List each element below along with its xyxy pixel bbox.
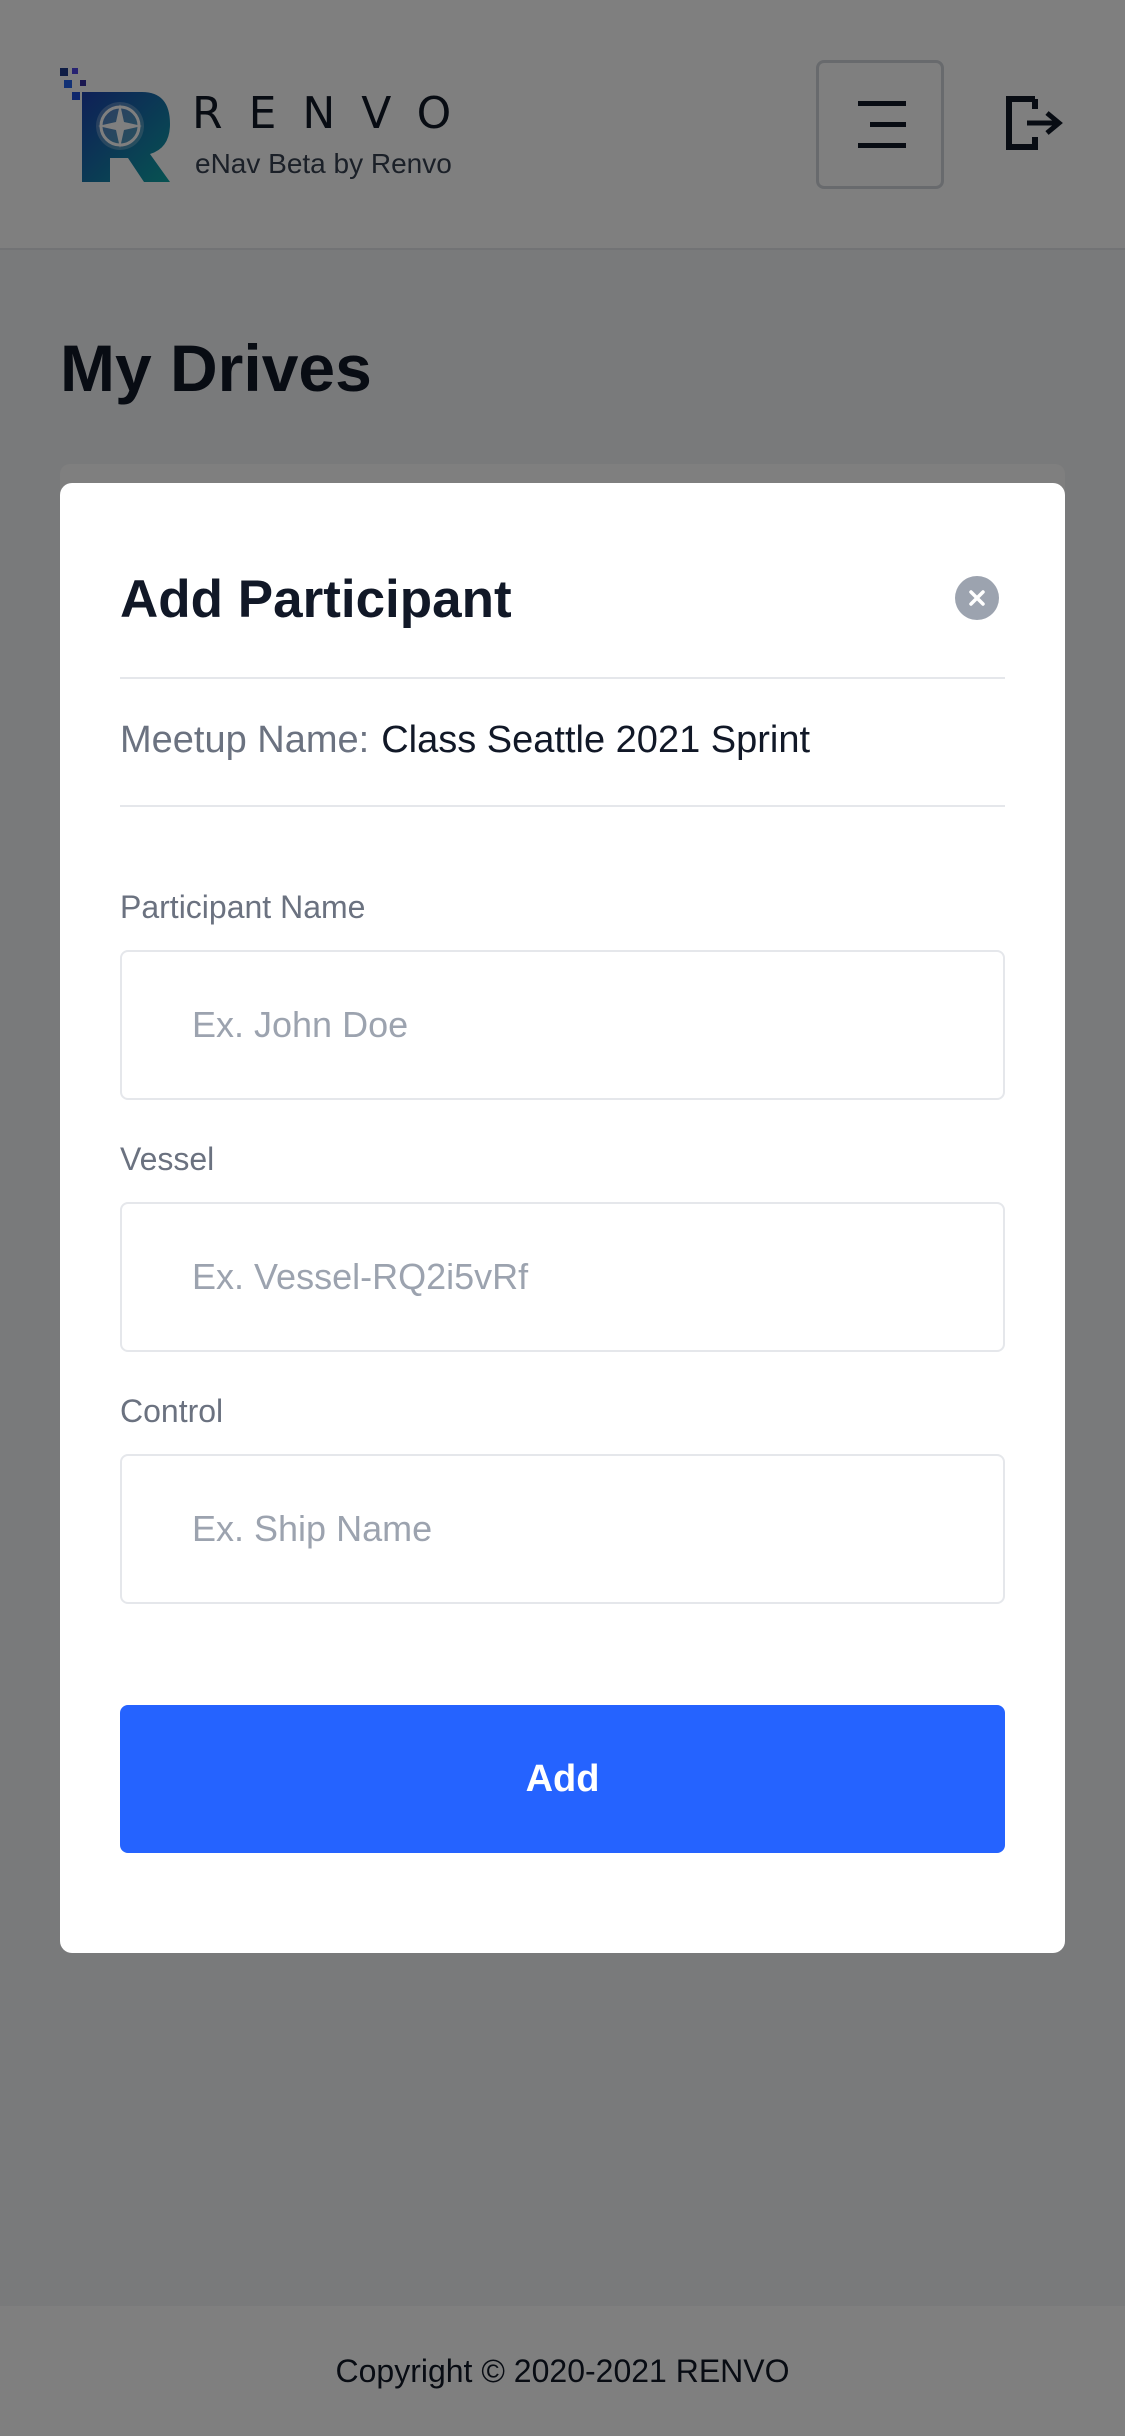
modal-title: Add Participant bbox=[120, 570, 512, 629]
divider bbox=[120, 805, 1005, 807]
participant-name-input[interactable] bbox=[120, 950, 1005, 1100]
meetup-info: Meetup Name: Class Seattle 2021 Sprint bbox=[120, 719, 810, 762]
add-button[interactable]: Add bbox=[120, 1705, 1005, 1853]
control-label: Control bbox=[120, 1393, 224, 1429]
add-participant-modal: Add Participant Meetup Name: Class Seattl… bbox=[60, 483, 1065, 1953]
close-icon bbox=[969, 590, 985, 606]
participant-name-label: Participant Name bbox=[120, 889, 366, 925]
vessel-label: Vessel bbox=[120, 1141, 215, 1177]
page: RENVO eNav Beta by Renvo My Drives Copyr… bbox=[0, 0, 1125, 2436]
close-button[interactable] bbox=[955, 576, 999, 620]
meetup-label: Meetup Name: bbox=[120, 719, 370, 761]
divider bbox=[120, 677, 1005, 679]
meetup-name-value: Class Seattle 2021 Sprint bbox=[381, 719, 811, 761]
control-input[interactable] bbox=[120, 1454, 1005, 1604]
vessel-input[interactable] bbox=[120, 1202, 1005, 1352]
